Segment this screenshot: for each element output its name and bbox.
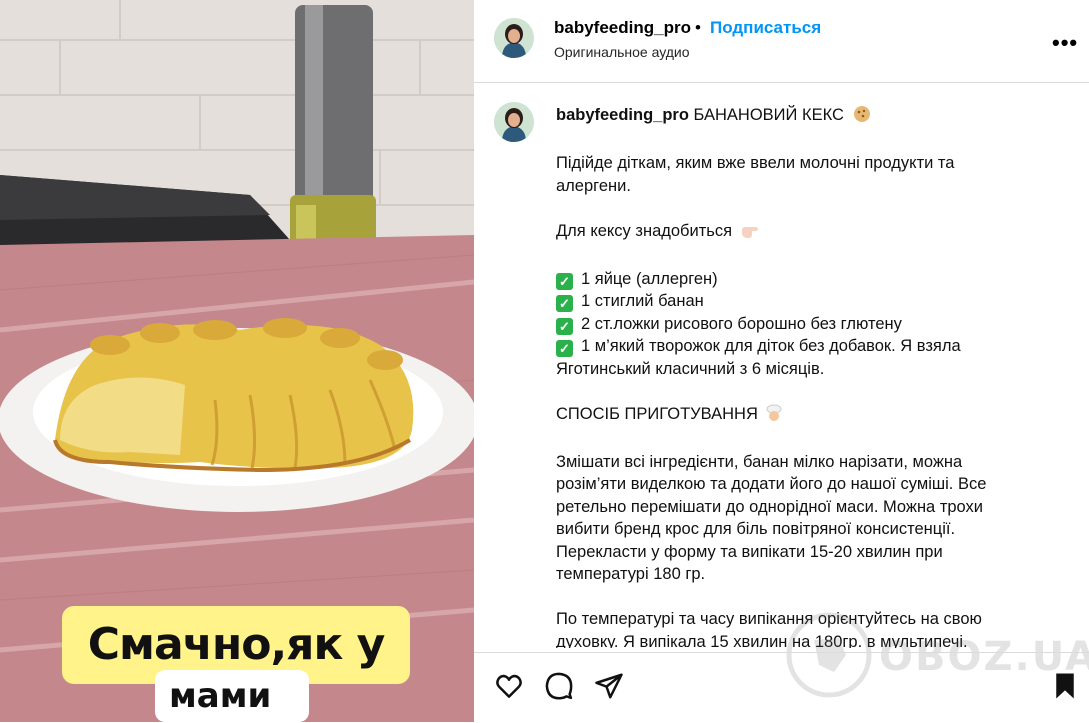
ingredient-text: 2 ст.ложки рисового борошно без глютену	[581, 314, 902, 333]
caption-title: БАНАНОВИЙ КЕКС	[693, 106, 844, 124]
follow-button[interactable]: Подписаться	[710, 18, 821, 38]
bookmark-icon[interactable]	[1050, 671, 1080, 701]
pointing-hand-icon	[741, 223, 761, 246]
action-bar	[474, 652, 1089, 723]
method-heading: СПОСІБ ПРИГОТУВАННЯ	[556, 403, 1026, 429]
post-header: babyfeeding_pro • Подписаться Оригинальн…	[474, 0, 1089, 83]
caption-title-line: babyfeeding_pro БАНАНОВИЙ КЕКС	[556, 104, 1026, 130]
ingredient-item: ✓ 1 м’який творожок для діток без добавок…	[556, 335, 1026, 358]
chef-emoji-icon	[766, 404, 782, 429]
cookie-emoji-icon	[853, 105, 871, 130]
header-separator: •	[695, 18, 701, 37]
caption-avatar[interactable]	[494, 102, 534, 142]
caption-line: Підійде діткам, яким вже ввели молочні п…	[556, 154, 955, 172]
caption-username[interactable]: babyfeeding_pro	[556, 106, 689, 124]
caption-line: розім’яти виделкою та додати його до наш…	[556, 475, 987, 493]
caption-line: Для кексу знадобиться	[556, 221, 733, 240]
post-media[interactable]: Смачно,як у мами🥰	[0, 0, 474, 722]
header-username[interactable]: babyfeeding_pro	[554, 18, 691, 38]
caption-line: Яготинський класичний з 6 місяців.	[556, 359, 825, 378]
ingredients-heading: Для кексу знадобиться	[556, 220, 1026, 246]
ingredient-item: ✓ 1 стиглий банан	[556, 290, 1026, 313]
caption-line: Перекласти у форму та випікати 15-20 хви…	[556, 542, 943, 561]
caption-line: вибити бренд крос для біль повітряної ко…	[556, 520, 956, 538]
caption-line: Змішати всі інгредієнти, банан мілко нар…	[556, 452, 963, 471]
ingredient-text: 1 стиглий банан	[581, 292, 704, 310]
heart-icon[interactable]	[494, 671, 524, 701]
ingredient-text: 1 яйце (аллерген)	[581, 269, 718, 288]
caption-line: температурі 180 гр.	[556, 565, 706, 583]
share-icon[interactable]	[594, 671, 624, 701]
post-caption: babyfeeding_pro БАНАНОВИЙ КЕКС Підійде д…	[556, 104, 1026, 648]
audio-link[interactable]: Оригинальное аудио	[554, 44, 690, 60]
check-mark-icon: ✓	[556, 340, 573, 357]
check-mark-icon: ✓	[556, 295, 573, 312]
comment-icon[interactable]	[544, 671, 574, 701]
caption-line: ретельно перемішати до однорідної маси. …	[556, 497, 984, 516]
ingredient-item: ✓ 2 ст.ложки рисового борошно без глютену	[556, 313, 1026, 336]
check-mark-icon: ✓	[556, 272, 573, 290]
avatar[interactable]	[494, 18, 534, 58]
more-options-icon[interactable]: •••	[1052, 30, 1078, 56]
ingredient-text: 1 м’який творожок для діток без добавок.…	[581, 337, 961, 355]
sticker-text-line2: мами🥰	[155, 670, 309, 722]
caption-line: алергени.	[556, 176, 631, 195]
ingredient-item: ✓ 1 яйце (аллерген)	[556, 268, 1026, 291]
caption-line: СПОСІБ ПРИГОТУВАННЯ	[556, 404, 758, 423]
post-panel: babyfeeding_pro • Подписаться Оригинальн…	[474, 0, 1089, 722]
check-mark-icon: ✓	[556, 317, 573, 335]
